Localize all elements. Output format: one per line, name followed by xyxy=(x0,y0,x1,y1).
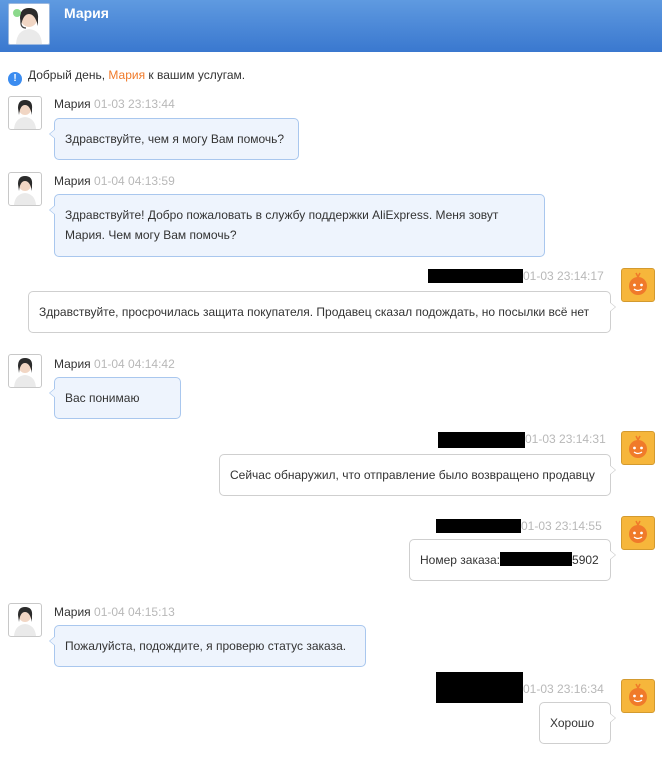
timestamp: 01-03 23:13:44 xyxy=(94,97,175,111)
customer-message-bubble: Хорошо xyxy=(539,702,616,744)
agent-avatar-icon xyxy=(8,96,42,130)
greeting-suffix: к вашим услугам. xyxy=(148,68,246,82)
agent-message-bubble: Вас понимаю xyxy=(49,377,181,419)
agent-message-bubble: Здравствуйте! Добро пожаловать в службу … xyxy=(49,194,545,257)
timestamp: 01-03 23:14:17 xyxy=(523,269,604,283)
agent-message-bubble: Здравствуйте, чем я могу Вам помочь? xyxy=(49,118,299,160)
customer-message-bubble: Номер заказа: 5902 xyxy=(409,539,616,581)
info-icon: ! xyxy=(8,72,22,86)
timestamp: 01-04 04:13:59 xyxy=(94,174,175,188)
redacted-username xyxy=(436,519,521,533)
agent-avatar xyxy=(8,3,50,45)
agent-avatar-icon xyxy=(8,354,42,388)
customer-avatar-icon xyxy=(621,268,655,302)
message-meta: 01-03 23:14:17 xyxy=(428,269,604,283)
message-meta: Мария 01-04 04:13:59 xyxy=(54,174,175,188)
message-meta: 01-03 23:16:34 xyxy=(436,672,604,703)
agent-message-bubble: Пожалуйста, подождите, я проверю статус … xyxy=(49,625,366,667)
message-text: Здравствуйте, чем я могу Вам помочь? xyxy=(65,132,285,146)
agent-avatar-icon xyxy=(8,172,42,206)
message-meta: Мария 01-03 23:13:44 xyxy=(54,97,175,111)
customer-avatar-icon xyxy=(621,431,655,465)
timestamp: 01-03 23:14:31 xyxy=(525,432,606,446)
greeting-line: ! Добрый день, Мария к вашим услугам. xyxy=(8,67,246,86)
sender-name: Мария xyxy=(54,357,91,371)
agent-name-title: Мария xyxy=(64,5,109,21)
customer-message-bubble: Здравствуйте, просрочилась защита покупа… xyxy=(28,291,616,333)
message-text: Вас понимаю xyxy=(65,391,140,405)
message-meta: Мария 01-04 04:14:42 xyxy=(54,357,175,371)
message-text: Хорошо xyxy=(550,716,595,730)
order-number-suffix: 5902 xyxy=(572,553,599,567)
message-meta: 01-03 23:14:55 xyxy=(436,519,602,533)
redacted-username xyxy=(438,432,525,448)
timestamp: 01-04 04:14:42 xyxy=(94,357,175,371)
customer-avatar-icon xyxy=(621,516,655,550)
timestamp: 01-03 23:14:55 xyxy=(521,519,602,533)
redacted-username xyxy=(428,269,523,283)
customer-avatar-icon xyxy=(621,679,655,713)
message-text-line: Мария. Чем могу Вам помочь? xyxy=(65,228,237,242)
timestamp: 01-04 04:15:13 xyxy=(94,605,175,619)
message-text: Сейчас обнаружил, что отправление было в… xyxy=(230,468,595,482)
sender-name: Мария xyxy=(54,605,91,619)
timestamp: 01-03 23:16:34 xyxy=(523,682,604,696)
redacted-username xyxy=(436,672,523,703)
message-meta: 01-03 23:14:31 xyxy=(438,432,606,448)
customer-message-bubble: Сейчас обнаружил, что отправление было в… xyxy=(219,454,616,496)
sender-name: Мария xyxy=(54,97,91,111)
message-meta: Мария 01-04 04:15:13 xyxy=(54,605,175,619)
message-text: Пожалуйста, подождите, я проверю статус … xyxy=(65,639,347,653)
agent-avatar-icon xyxy=(8,603,42,637)
order-number-label: Номер заказа: xyxy=(420,553,501,567)
redacted-order-number xyxy=(500,552,573,566)
chat-header: Мария xyxy=(0,0,662,52)
greeting-agent-name[interactable]: Мария xyxy=(108,68,145,82)
greeting-prefix: Добрый день, xyxy=(28,68,106,82)
sender-name: Мария xyxy=(54,174,91,188)
message-text-line: Здравствуйте! Добро пожаловать в службу … xyxy=(65,208,499,222)
message-text: Здравствуйте, просрочилась защита покупа… xyxy=(39,305,590,319)
